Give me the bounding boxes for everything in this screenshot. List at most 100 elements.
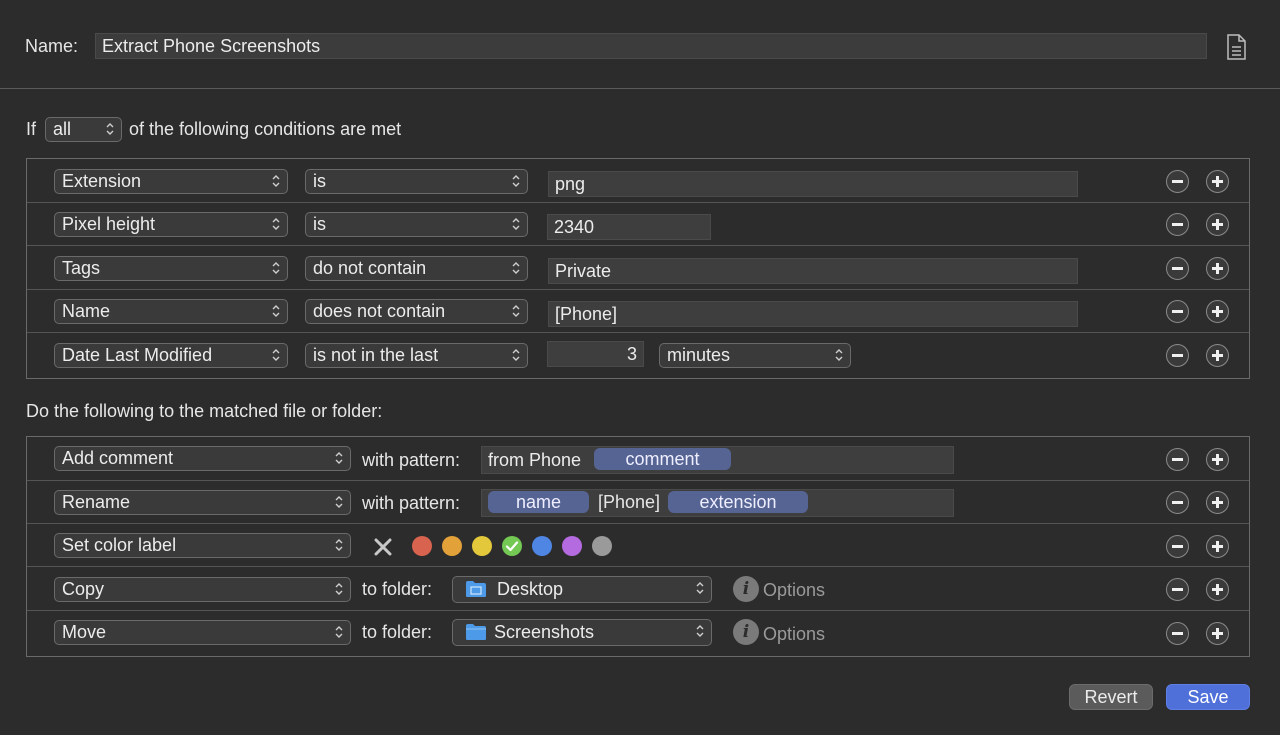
folder-desktop-icon: [466, 581, 486, 597]
remove-action-button[interactable]: [1166, 578, 1189, 601]
remove-action-button[interactable]: [1166, 448, 1189, 471]
remove-condition-button[interactable]: [1166, 257, 1189, 280]
options-button[interactable]: Options: [763, 624, 825, 645]
condition-attribute-select[interactable]: Pixel height: [54, 212, 288, 237]
add-condition-button[interactable]: [1206, 213, 1229, 236]
save-button[interactable]: Save: [1166, 684, 1250, 710]
condition-attribute-value: Name: [62, 301, 111, 321]
chevron-updown-icon: [335, 539, 343, 551]
condition-operator-value: is: [313, 171, 326, 191]
remove-condition-button[interactable]: [1166, 344, 1189, 367]
condition-attribute-select[interactable]: Date Last Modified: [54, 343, 288, 368]
chevron-updown-icon: [335, 583, 343, 595]
action-type-value: Move: [62, 622, 107, 642]
add-condition-button[interactable]: [1206, 257, 1229, 280]
revert-button[interactable]: Revert: [1069, 684, 1153, 710]
condition-operator-value: does not contain: [313, 301, 446, 321]
add-action-button[interactable]: [1206, 578, 1229, 601]
pattern-token-extension[interactable]: extension: [668, 491, 808, 513]
condition-value-field[interactable]: Private: [548, 258, 1078, 284]
condition-attribute-select[interactable]: Extension: [54, 169, 288, 194]
condition-operator-select[interactable]: do not contain: [305, 256, 528, 281]
action-type-select[interactable]: Rename: [54, 490, 351, 515]
row-divider: [27, 289, 1249, 290]
color-label-blue[interactable]: [532, 536, 552, 556]
remove-condition-button[interactable]: [1166, 213, 1189, 236]
header-divider: [0, 88, 1280, 89]
x-icon[interactable]: [374, 538, 392, 556]
pattern-token-comment[interactable]: comment: [594, 448, 731, 470]
match-select[interactable]: all: [45, 117, 122, 142]
if-label: If: [26, 119, 37, 139]
condition-value-field[interactable]: png: [548, 171, 1078, 197]
info-icon[interactable]: i: [733, 619, 759, 645]
add-action-button[interactable]: [1206, 535, 1229, 558]
folder-value: Desktop: [497, 579, 564, 599]
chevron-updown-icon: [272, 305, 280, 317]
color-label-red[interactable]: [412, 536, 432, 556]
remove-condition-button[interactable]: [1166, 170, 1189, 193]
folder-select[interactable]: Desktop: [452, 576, 712, 603]
add-condition-button[interactable]: [1206, 300, 1229, 323]
color-label-gray[interactable]: [592, 536, 612, 556]
chevron-updown-icon: [512, 175, 520, 187]
rule-name-field[interactable]: Extract Phone Screenshots: [95, 33, 1207, 59]
chevron-updown-icon: [696, 625, 704, 637]
info-icon[interactable]: i: [733, 576, 759, 602]
chevron-updown-icon: [835, 349, 843, 361]
color-label-yellow[interactable]: [472, 536, 492, 556]
remove-action-button[interactable]: [1166, 491, 1189, 514]
add-action-button[interactable]: [1206, 491, 1229, 514]
document-icon[interactable]: [1226, 34, 1246, 60]
condition-attribute-select[interactable]: Tags: [54, 256, 288, 281]
connector-label: with pattern:: [362, 450, 461, 470]
folder-select[interactable]: Screenshots: [452, 619, 712, 646]
folder-value: Screenshots: [494, 622, 595, 642]
remove-action-button[interactable]: [1166, 622, 1189, 645]
chevron-updown-icon: [335, 452, 343, 464]
chevron-updown-icon: [335, 626, 343, 638]
color-label-purple[interactable]: [562, 536, 582, 556]
action-type-select[interactable]: Copy: [54, 577, 351, 602]
add-action-button[interactable]: [1206, 448, 1229, 471]
pattern-token-name[interactable]: name: [488, 491, 589, 513]
condition-attribute-value: Pixel height: [62, 214, 156, 234]
add-action-button[interactable]: [1206, 622, 1229, 645]
condition-operator-select[interactable]: is: [305, 212, 528, 237]
connector-label: with pattern:: [362, 493, 461, 513]
options-button[interactable]: Options: [763, 580, 825, 601]
condition-attribute-select[interactable]: Name: [54, 299, 288, 324]
remove-condition-button[interactable]: [1166, 300, 1189, 323]
name-label: Name:: [25, 36, 79, 56]
chevron-updown-icon: [272, 218, 280, 230]
chevron-updown-icon: [272, 262, 280, 274]
connector-label: to folder:: [362, 579, 433, 599]
condition-unit-select[interactable]: minutes: [659, 343, 851, 368]
chevron-updown-icon: [512, 262, 520, 274]
color-label-orange[interactable]: [442, 536, 462, 556]
action-type-value: Set color label: [62, 535, 177, 555]
action-type-select[interactable]: Move: [54, 620, 351, 645]
pattern-text: [Phone]: [598, 492, 661, 512]
row-divider: [27, 610, 1249, 611]
action-type-select[interactable]: Add comment: [54, 446, 351, 471]
row-divider: [27, 332, 1249, 333]
condition-operator-select[interactable]: is not in the last: [305, 343, 528, 368]
condition-unit-value: minutes: [667, 345, 731, 365]
condition-value-field[interactable]: 2340: [547, 214, 711, 240]
condition-operator-select[interactable]: is: [305, 169, 528, 194]
condition-number-field[interactable]: 3: [547, 341, 644, 367]
remove-action-button[interactable]: [1166, 535, 1189, 558]
condition-operator-select[interactable]: does not contain: [305, 299, 528, 324]
color-label-green[interactable]: [502, 536, 522, 556]
chevron-updown-icon: [512, 349, 520, 361]
actions-heading: Do the following to the matched file or …: [26, 401, 383, 421]
row-divider: [27, 523, 1249, 524]
condition-operator-value: do not contain: [313, 258, 427, 278]
condition-value-field[interactable]: [Phone]: [548, 301, 1078, 327]
condition-operator-value: is not in the last: [313, 345, 439, 365]
add-condition-button[interactable]: [1206, 344, 1229, 367]
add-condition-button[interactable]: [1206, 170, 1229, 193]
chevron-updown-icon: [512, 218, 520, 230]
action-type-select[interactable]: Set color label: [54, 533, 351, 558]
